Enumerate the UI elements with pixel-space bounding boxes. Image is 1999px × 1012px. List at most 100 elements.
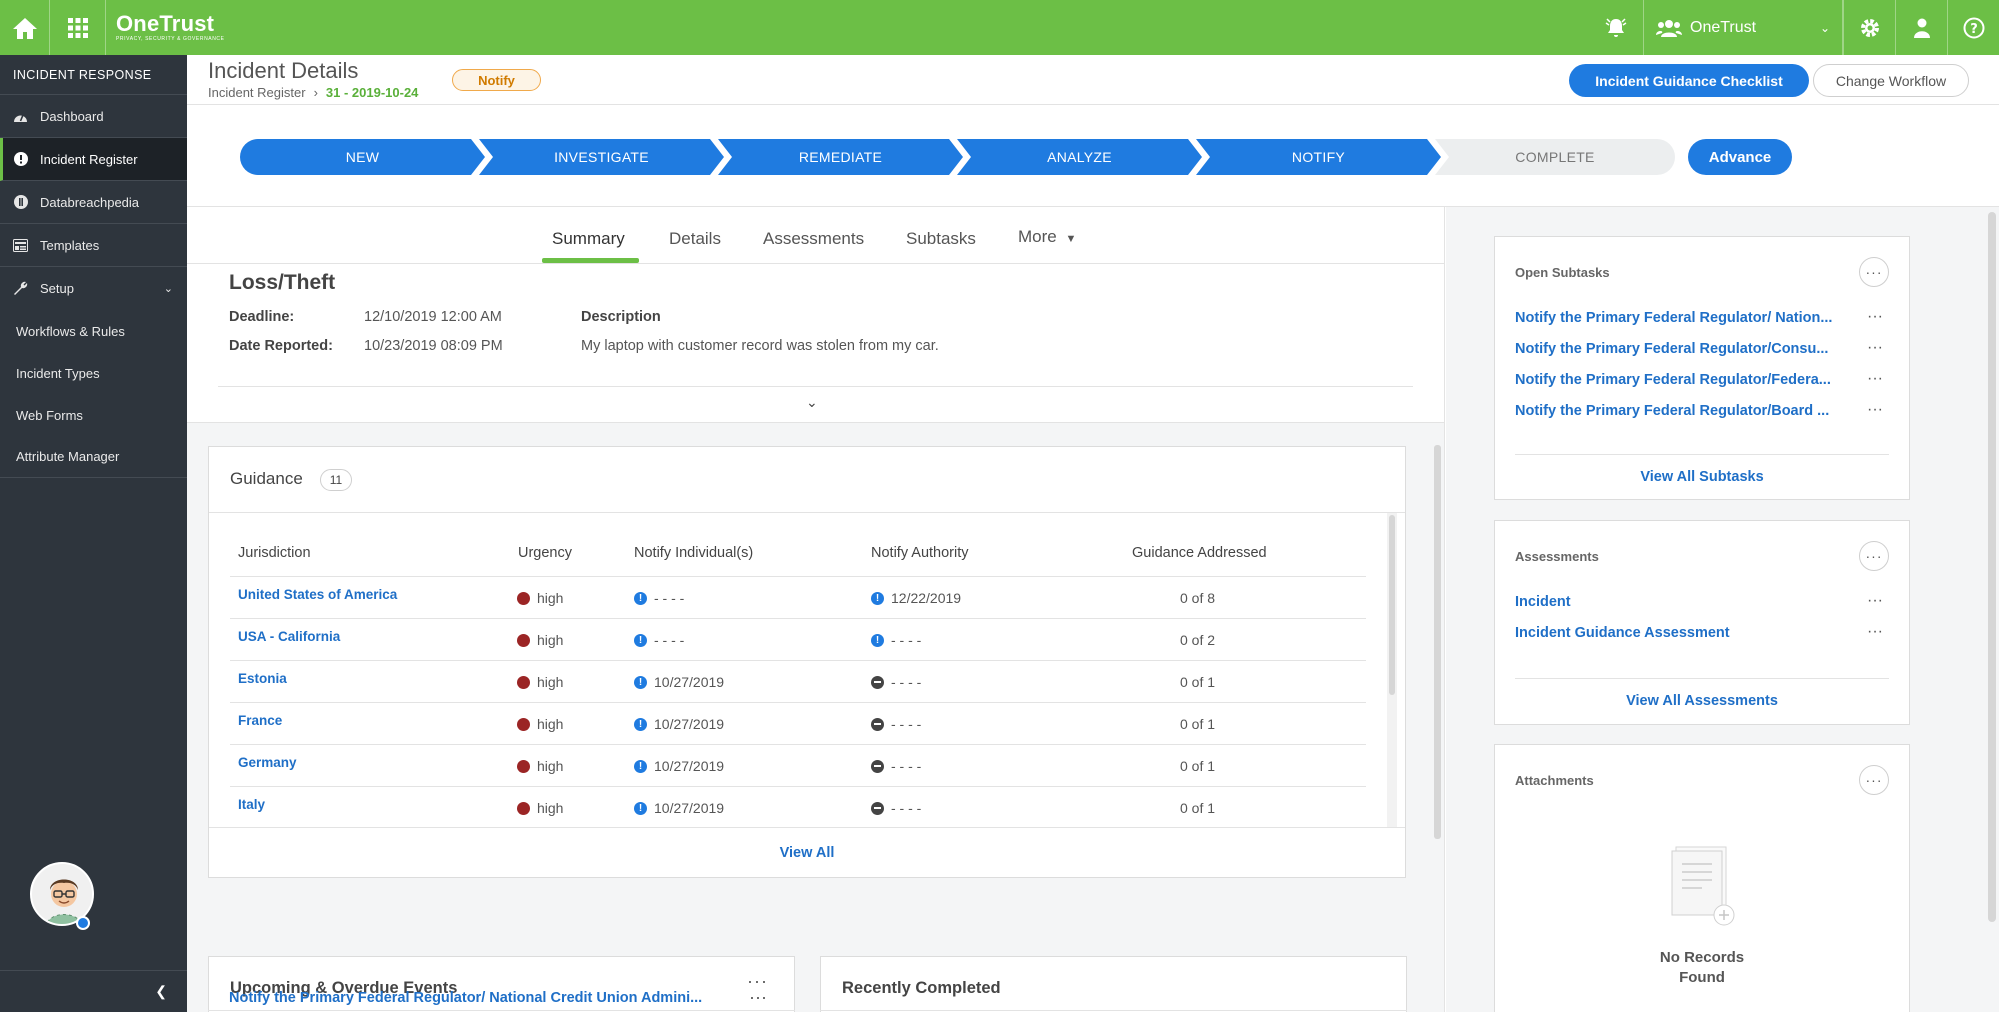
workflow-step-analyze[interactable]: ANALYZE <box>957 139 1202 175</box>
chevron-down-icon: ⌄ <box>806 394 818 410</box>
notify-individuals-cell: ! - - - - <box>634 632 684 648</box>
more-options-icon[interactable]: ··· <box>1867 592 1883 610</box>
sidebar-item-incident-register[interactable]: Incident Register <box>0 138 187 181</box>
notify-individuals-cell: ! 10/27/2019 <box>634 758 724 774</box>
home-button[interactable] <box>0 0 50 55</box>
workflow-step-complete[interactable]: COMPLETE <box>1435 139 1675 175</box>
sidebar-subitem-incident-types[interactable]: Incident Types <box>0 352 187 394</box>
jurisdiction-link[interactable]: Italy <box>238 797 265 812</box>
breadcrumb: Incident Register › 31 - 2019-10-24 <box>208 85 418 100</box>
tab-subtasks[interactable]: Subtasks <box>906 229 976 249</box>
more-options-icon[interactable]: ··· <box>1867 623 1883 641</box>
jurisdiction-link[interactable]: Germany <box>238 755 297 770</box>
sidebar-subitem-workflows-rules[interactable]: Workflows & Rules <box>0 310 187 352</box>
sidebar-subitem-attribute-manager[interactable]: Attribute Manager <box>0 436 187 478</box>
more-options-icon: ··· <box>1865 548 1883 564</box>
column-header-urgency: Urgency <box>518 545 572 561</box>
more-options-icon[interactable]: ··· <box>1867 401 1883 419</box>
sidebar-item-dashboard[interactable]: Dashboard <box>0 95 187 138</box>
date-reported-value: 10/23/2019 08:09 PM <box>364 338 503 354</box>
right-scrollbar[interactable] <box>1988 212 1996 922</box>
wrench-icon <box>13 281 28 296</box>
jurisdiction-link[interactable]: France <box>238 713 282 728</box>
incident-guidance-checklist-button[interactable]: Incident Guidance Checklist <box>1569 64 1809 97</box>
advance-button[interactable]: Advance <box>1688 139 1792 175</box>
summary-section: Summary Details Assessments Subtasks Mor… <box>187 207 1444 423</box>
event-item-link[interactable]: Notify the Primary Federal Regulator/ Na… <box>229 990 702 1006</box>
sidebar-header: INCIDENT RESPONSE <box>0 55 187 95</box>
subtask-link[interactable]: Notify the Primary Federal Regulator/Fed… <box>1515 372 1857 388</box>
sidebar-item-setup[interactable]: Setup ⌄ <box>0 267 187 310</box>
more-options-icon[interactable]: ··· <box>1867 308 1883 326</box>
jurisdiction-link[interactable]: USA - California <box>238 629 340 644</box>
open-subtasks-title: Open Subtasks <box>1515 265 1610 280</box>
breadcrumb-current: 31 - 2019-10-24 <box>325 85 419 100</box>
notify-individuals-value: 10/27/2019 <box>654 716 725 732</box>
app-launcher-button[interactable] <box>50 0 106 55</box>
settings-button[interactable] <box>1843 0 1895 55</box>
sidebar-item-databreachpedia[interactable]: Databreachpedia <box>0 181 187 224</box>
change-workflow-button[interactable]: Change Workflow <box>1813 64 1969 97</box>
more-options-icon: ··· <box>1865 264 1883 280</box>
tab-more[interactable]: More ▼ <box>1018 227 1076 247</box>
sidebar-item-templates[interactable]: Templates <box>0 224 187 267</box>
urgency-dot-icon <box>517 591 530 605</box>
subtask-link[interactable]: Notify the Primary Federal Regulator/ Na… <box>1515 310 1857 326</box>
workflow-step-notify[interactable]: NOTIFY <box>1196 139 1441 175</box>
recently-completed-title: Recently Completed <box>842 979 1001 997</box>
urgency-cell: high <box>517 590 563 606</box>
center-scrollbar[interactable] <box>1434 445 1441 839</box>
workflow-step-new[interactable]: NEW <box>240 139 485 175</box>
notify-individuals-cell: ! 10/27/2019 <box>634 716 724 732</box>
alert-circle-icon <box>13 152 28 167</box>
subtask-link[interactable]: Notify the Primary Federal Regulator/Con… <box>1515 341 1857 357</box>
info-icon: ! <box>634 759 647 773</box>
jurisdiction-link[interactable]: Estonia <box>238 671 287 686</box>
view-all-assessments-link[interactable]: View All Assessments <box>1495 693 1909 709</box>
notifications-button[interactable] <box>1587 0 1643 55</box>
minus-circle-icon <box>871 759 884 773</box>
user-icon <box>1913 18 1930 38</box>
notify-authority-value: - - - - <box>891 716 922 732</box>
urgency-dot-icon <box>517 717 530 731</box>
home-icon <box>12 17 37 39</box>
sidebar-item-label: Templates <box>40 237 100 253</box>
jurisdiction-link[interactable]: United States of America <box>238 587 397 602</box>
notify-individuals-value: - - - - <box>654 632 685 648</box>
user-profile-button[interactable] <box>1895 0 1947 55</box>
sidebar-subitem-web-forms[interactable]: Web Forms <box>0 394 187 436</box>
help-icon: ? <box>1963 17 1984 38</box>
info-icon: ! <box>634 717 647 731</box>
book-icon <box>13 195 28 210</box>
column-header-notify-authority: Notify Authority <box>871 545 969 561</box>
urgency-value: high <box>537 674 564 690</box>
page-title: Incident Details <box>208 58 359 83</box>
more-options-icon[interactable]: ··· <box>749 987 767 1008</box>
collapse-sidebar-button[interactable]: ❮ <box>0 970 187 1012</box>
more-options-button[interactable]: ··· <box>1859 257 1889 287</box>
tab-details[interactable]: Details <box>669 229 721 249</box>
urgency-value: high <box>537 632 564 648</box>
subtask-link[interactable]: Notify the Primary Federal Regulator/Boa… <box>1515 403 1857 419</box>
workflow-step-investigate[interactable]: INVESTIGATE <box>479 139 724 175</box>
workflow-step-remediate[interactable]: REMEDIATE <box>718 139 963 175</box>
main-content: Incident Details Incident Register › 31 … <box>187 55 1999 1012</box>
more-options-icon[interactable]: ··· <box>1867 370 1883 388</box>
view-all-subtasks-link[interactable]: View All Subtasks <box>1495 469 1909 485</box>
tab-summary[interactable]: Summary <box>552 229 625 249</box>
description-label: Description <box>581 309 661 325</box>
expand-summary-button[interactable]: ⌄ <box>806 394 818 411</box>
more-options-button[interactable]: ··· <box>1859 541 1889 571</box>
more-options-button[interactable]: ··· <box>1859 765 1889 795</box>
assessment-link[interactable]: Incident <box>1515 594 1857 610</box>
view-all-guidance-link[interactable]: View All <box>780 845 835 861</box>
tab-assessments[interactable]: Assessments <box>763 229 864 249</box>
top-bar-actions: OneTrust ⌄ ? <box>1587 0 1999 55</box>
help-button[interactable]: ? <box>1947 0 1999 55</box>
more-options-icon[interactable]: ··· <box>1867 339 1883 357</box>
tab-more-label: More <box>1018 227 1057 246</box>
org-switcher[interactable]: OneTrust ⌄ <box>1643 0 1843 55</box>
assessment-link[interactable]: Incident Guidance Assessment <box>1515 625 1857 641</box>
onetrust-logo[interactable]: OneTrust PRIVACY, SECURITY & GOVERNANCE <box>106 13 225 42</box>
breadcrumb-parent-link[interactable]: Incident Register <box>208 85 306 100</box>
